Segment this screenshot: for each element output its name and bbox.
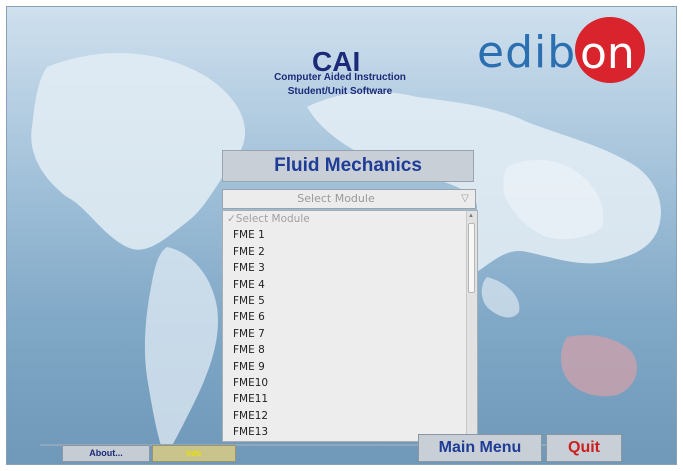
module-select-value: Select Module bbox=[297, 192, 375, 205]
module-option[interactable]: FME 4 bbox=[223, 277, 477, 293]
app-subtitle-line1: Computer Aided Instruction bbox=[274, 72, 406, 83]
quit-button[interactable]: Quit bbox=[546, 434, 622, 462]
module-select[interactable]: Select Module ▽ bbox=[222, 189, 476, 209]
module-option[interactable]: FME 7 bbox=[223, 326, 477, 342]
module-option[interactable]: FME 5 bbox=[223, 293, 477, 309]
module-option[interactable]: FME12 bbox=[223, 408, 477, 424]
module-option[interactable]: FME 1 bbox=[223, 227, 477, 243]
info-button[interactable]: Info bbox=[152, 445, 236, 462]
main-menu-button[interactable]: Main Menu bbox=[418, 434, 542, 462]
dropdown-scrollbar[interactable]: ▲ bbox=[466, 211, 477, 441]
app-subtitle-line2: Student/Unit Software bbox=[287, 86, 393, 97]
module-option[interactable]: FME 2 bbox=[223, 244, 477, 260]
module-option-placeholder[interactable]: ✓Select Module bbox=[223, 211, 477, 227]
module-option[interactable]: FME10 bbox=[223, 375, 477, 391]
module-option[interactable]: FME11 bbox=[223, 391, 477, 407]
chevron-down-icon[interactable]: ▽ bbox=[459, 193, 471, 205]
module-option[interactable]: FME 8 bbox=[223, 342, 477, 358]
scrollbar-thumb[interactable] bbox=[468, 223, 475, 293]
module-option[interactable]: FME 9 bbox=[223, 359, 477, 375]
scroll-up-icon[interactable]: ▲ bbox=[468, 213, 474, 219]
module-option[interactable]: FME 6 bbox=[223, 309, 477, 325]
module-option[interactable]: FME 3 bbox=[223, 260, 477, 276]
edibon-logo: edib on bbox=[467, 13, 657, 83]
module-category-title: Fluid Mechanics bbox=[222, 150, 474, 182]
module-dropdown-list[interactable]: ✓Select Module FME 1 FME 2 FME 3 FME 4 FME 5F… bbox=[222, 210, 478, 442]
about-button[interactable]: About... bbox=[62, 445, 150, 462]
module-option-list: ✓Select Module FME 1 FME 2 FME 3 FME 4 FME 5F… bbox=[223, 211, 477, 440]
